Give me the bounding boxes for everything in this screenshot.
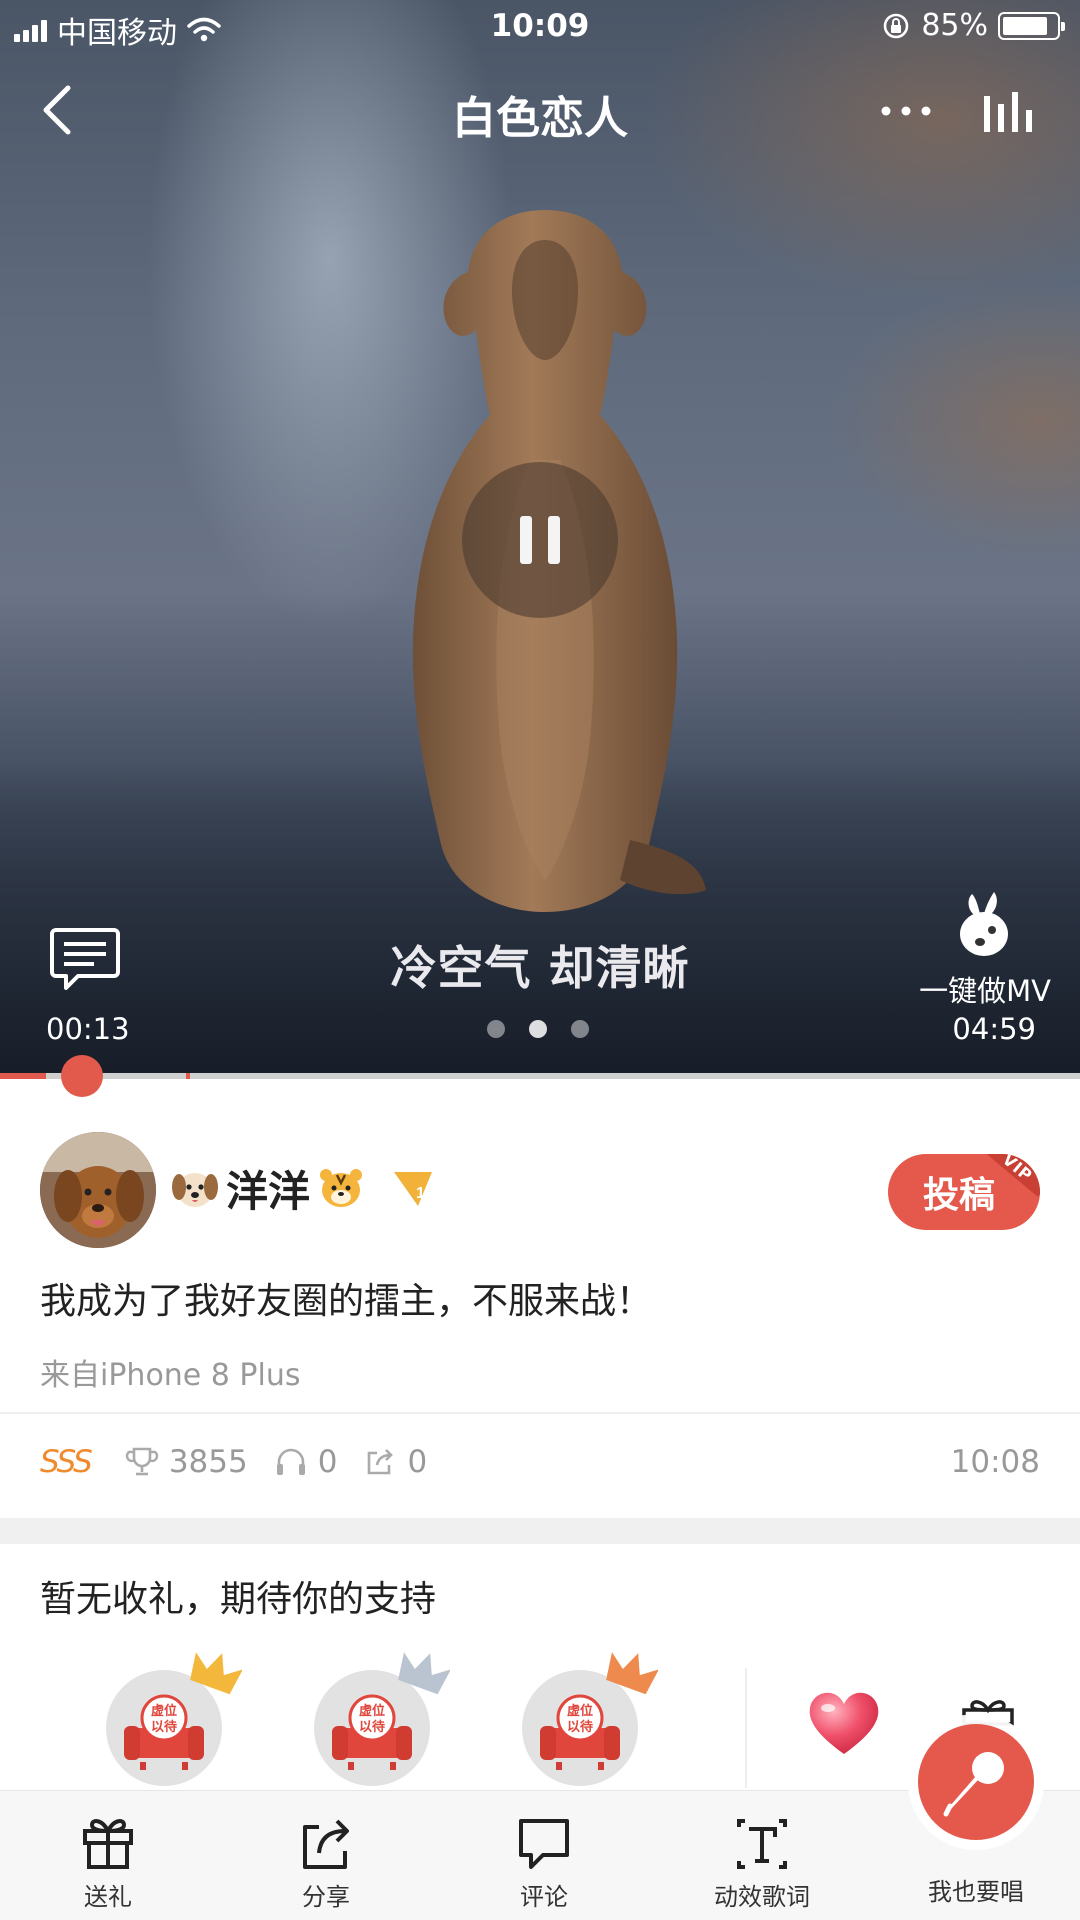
gift-empty-title: 暂无收礼，期待你的支持 <box>40 1579 437 1620</box>
seat-label-top: 虚位 <box>359 1703 385 1719</box>
score-value: 3855 <box>168 1444 248 1480</box>
user-name[interactable]: 洋洋 <box>226 1158 310 1219</box>
heart-gift-icon[interactable] <box>806 1688 882 1758</box>
post-text: 我成为了我好友圈的擂主，不服来战！ <box>40 1281 653 1322</box>
score-stat: 3855 <box>125 1444 248 1480</box>
battery-icon <box>998 11 1065 40</box>
page-dot <box>529 1020 547 1038</box>
submit-button[interactable]: 投稿 VIP <box>888 1154 1040 1230</box>
progress-played <box>0 1073 47 1079</box>
tab-label-gift: 送礼 <box>84 1883 132 1911</box>
tab-comment[interactable]: 评论 <box>484 1815 604 1912</box>
seat-label-bottom: 以待 <box>567 1719 593 1735</box>
progress-knob[interactable] <box>61 1055 104 1097</box>
stats-row: SSS 3855 0 0 10:08 <box>40 1440 1040 1484</box>
submit-label: 投稿 <box>922 1175 995 1216</box>
more-icon[interactable] <box>876 86 936 136</box>
current-time: 00:13 <box>46 1012 130 1046</box>
progress-bar[interactable] <box>0 1055 1080 1097</box>
seat-label-top: 虚位 <box>151 1703 177 1719</box>
sing-label: 我也要唱 <box>928 1878 1024 1906</box>
headphones-icon <box>276 1448 305 1475</box>
sing-button[interactable] <box>918 1724 1034 1840</box>
divider <box>0 1412 1080 1414</box>
avatar-dog-image <box>40 1132 156 1248</box>
tab-label-share: 分享 <box>302 1883 350 1911</box>
post-source: 来自iPhone 8 Plus <box>40 1358 301 1393</box>
crown-icon <box>396 1648 451 1698</box>
nav-bar: 白色恋人 <box>0 70 1080 150</box>
crown-icon <box>604 1648 659 1698</box>
rank-badge-icon[interactable]: 1 <box>392 1166 436 1210</box>
avatar[interactable] <box>40 1132 156 1248</box>
equalizer-icon[interactable] <box>980 88 1040 138</box>
make-mv-label: 一键做MV <box>919 974 1051 1008</box>
share-tab-icon <box>303 1819 349 1869</box>
microphone-icon <box>943 1752 1004 1817</box>
gift-box-icon[interactable] <box>958 1696 1018 1726</box>
rotation-lock-icon <box>884 13 909 38</box>
gift-icon <box>83 1819 133 1869</box>
tiger-emoji-icon <box>320 1169 363 1207</box>
total-time: 04:59 <box>952 1012 1036 1046</box>
grade-badge: SSS <box>40 1444 93 1480</box>
share-count: 0 <box>407 1444 428 1480</box>
page-indicator <box>487 1020 589 1038</box>
listen-count: 0 <box>317 1444 338 1480</box>
section-divider <box>0 1518 1080 1544</box>
tab-share[interactable]: 分享 <box>266 1815 386 1912</box>
share-icon <box>368 1449 394 1475</box>
dog-emoji-icon <box>172 1173 218 1207</box>
status-bar: 中国移动 10:09 85% <box>0 0 1080 56</box>
post-time: 10:08 <box>950 1444 1040 1480</box>
share-stat: 0 <box>363 1444 427 1480</box>
bunny-mv-icon <box>960 892 1008 956</box>
tab-label-lyrics: 动效歌词 <box>714 1883 810 1911</box>
listen-stat: 0 <box>274 1444 338 1480</box>
user-row: 洋洋 1 <box>170 1158 436 1218</box>
make-mv-button[interactable]: 一键做MV <box>905 890 1065 1010</box>
svg-text:1: 1 <box>416 1185 425 1202</box>
page-dot <box>571 1020 589 1038</box>
trophy-icon <box>125 1447 158 1476</box>
pause-icon <box>520 516 560 564</box>
animated-lyrics-icon <box>737 1819 787 1869</box>
gift-divider <box>745 1668 747 1788</box>
comment-icon <box>519 1819 569 1869</box>
player-cover[interactable]: 中国移动 10:09 85% 白色恋人 冷空气 却清晰 一键做MV 00:13 … <box>0 0 1080 1076</box>
pause-button[interactable] <box>462 462 618 618</box>
tab-label-comment: 评论 <box>520 1883 568 1911</box>
progress-marker <box>186 1073 190 1079</box>
seat-label-top: 虚位 <box>567 1703 593 1719</box>
crown-icon <box>188 1648 243 1698</box>
battery-percent: 85% <box>921 8 988 43</box>
seat-label-bottom: 以待 <box>151 1719 177 1735</box>
tab-animated-lyrics[interactable]: 动效歌词 <box>702 1815 822 1912</box>
tab-send-gift[interactable]: 送礼 <box>48 1815 168 1912</box>
page-dot <box>487 1020 505 1038</box>
seat-label-bottom: 以待 <box>359 1719 385 1735</box>
